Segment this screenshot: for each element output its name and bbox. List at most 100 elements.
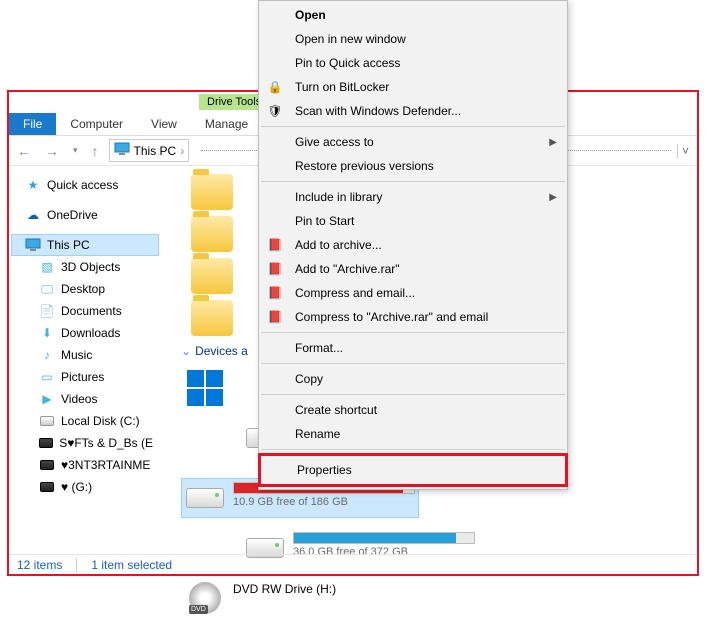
videos-icon: ▶ (39, 391, 55, 407)
ctx-compress-rar-email[interactable]: 📕 Compress to "Archive.rar" and email (259, 305, 567, 329)
ctx-label: Pin to Start (295, 214, 354, 228)
status-selected-count: 1 item selected (76, 558, 172, 572)
back-button[interactable]: ← (13, 143, 35, 159)
ctx-open[interactable]: Open (259, 3, 567, 27)
ctx-properties[interactable]: Properties (261, 456, 565, 484)
dvd-icon: DVD (185, 582, 225, 614)
ctx-pin-start[interactable]: Pin to Start (259, 209, 567, 233)
folder-icon[interactable] (191, 174, 233, 210)
ctx-add-rar[interactable]: 📕Add to "Archive.rar" (259, 257, 567, 281)
thispc-icon (25, 237, 41, 253)
drive-icon (39, 457, 55, 473)
3dobjects-icon: ▧ (39, 259, 55, 275)
up-button[interactable]: ↑ (88, 143, 103, 159)
sidebar-item-desktop[interactable]: 🖵Desktop (11, 278, 159, 300)
onedrive-icon: ☁ (25, 207, 41, 223)
ctx-compress-email[interactable]: 📕 Compress and email... (259, 281, 567, 305)
ctx-label: Compress to "Archive.rar" and email (295, 310, 488, 324)
drive-dvd[interactable]: DVD DVD RW Drive (H:) (181, 578, 419, 618)
ctx-label: Include in library (295, 190, 382, 204)
ctx-include-library[interactable]: Include in library ▶ (259, 185, 567, 209)
sidebar-item-label: Quick access (47, 178, 118, 192)
sidebar-onedrive[interactable]: ☁ OneDrive (11, 204, 159, 226)
ctx-label: Compress and email... (295, 286, 415, 300)
ctx-restore-versions[interactable]: Restore previous versions (259, 154, 567, 178)
sidebar-item-videos[interactable]: ▶ Videos (11, 388, 159, 410)
address-dropdown[interactable]: ˅ (677, 144, 693, 158)
forward-button[interactable]: → (41, 143, 63, 159)
sidebar-item-downloads[interactable]: ⬇Downloads (11, 322, 159, 344)
ctx-copy[interactable]: Copy (259, 367, 567, 391)
star-icon: ★ (25, 177, 41, 193)
ctx-create-shortcut[interactable]: Create shortcut (259, 398, 567, 422)
sidebar-item-drive-g[interactable]: ♥ (G:) (11, 476, 159, 498)
sidebar-item-label: Pictures (61, 370, 104, 384)
separator (261, 449, 565, 450)
ctx-label: Pin to Quick access (295, 56, 400, 70)
usage-bar (293, 532, 475, 544)
winrar-icon: 📕 (267, 285, 283, 301)
ctx-defender[interactable]: 🛡Scan with Windows Defender... (259, 99, 567, 123)
separator (261, 363, 565, 364)
sidebar-item-drive-entertainment[interactable]: ♥3NT3RTAINME (11, 454, 159, 476)
sidebar-item-label: Local Disk (C:) (61, 414, 140, 428)
ctx-properties-highlight: Properties (258, 453, 568, 487)
sidebar-thispc[interactable]: This PC (11, 234, 159, 256)
sidebar-item-pictures[interactable]: ▭Pictures (11, 366, 159, 388)
ctx-open-new-window[interactable]: Open in new window (259, 27, 567, 51)
recent-dropdown[interactable]: ▾ (69, 145, 82, 156)
sidebar-item-documents[interactable]: 📄Documents (11, 300, 159, 322)
sidebar-item-label: Downloads (61, 326, 120, 340)
computer-tab[interactable]: Computer (56, 113, 137, 135)
ctx-label: Add to "Archive.rar" (295, 262, 400, 276)
submenu-arrow-icon: ▶ (549, 137, 557, 148)
thispc-icon (114, 142, 130, 159)
sidebar-item-music[interactable]: ♪ Music (11, 344, 159, 366)
manage-tab[interactable]: Manage (191, 113, 262, 135)
separator (261, 332, 565, 333)
view-tab[interactable]: View (137, 113, 191, 135)
separator (261, 181, 565, 182)
status-item-count: 12 items (17, 558, 62, 572)
breadcrumb[interactable]: This PC › (109, 139, 190, 162)
ctx-label: Properties (297, 463, 352, 477)
sidebar-item-label: ♥ (G:) (61, 480, 92, 494)
sidebar-item-label: Desktop (61, 282, 105, 296)
ctx-label: Rename (295, 427, 340, 441)
nav-sidebar: ★ Quick access ☁ OneDrive This PC ▧3D Ob… (9, 166, 161, 554)
breadcrumb-chevron-icon: › (180, 144, 184, 158)
context-menu: Open Open in new window Pin to Quick acc… (258, 0, 568, 490)
winrar-icon: 📕 (267, 309, 283, 325)
folder-icon[interactable] (191, 300, 233, 336)
sidebar-item-label: S♥FTs & D_Bs (E (59, 436, 153, 450)
folder-icon[interactable] (191, 258, 233, 294)
ctx-pin-quick[interactable]: Pin to Quick access (259, 51, 567, 75)
drive-label: DVD RW Drive (H:) (233, 582, 415, 596)
drive-freespace: 10.9 GB free of 186 GB (233, 496, 415, 508)
sidebar-item-3dobjects[interactable]: ▧3D Objects (11, 256, 159, 278)
ctx-label: Open in new window (295, 32, 406, 46)
music-icon: ♪ (39, 347, 55, 363)
file-tab[interactable]: File (9, 113, 56, 135)
ctx-give-access[interactable]: Give access to▶ (259, 130, 567, 154)
submenu-arrow-icon: ▶ (549, 192, 557, 203)
windows-logo-icon (185, 372, 225, 404)
sidebar-quick-access[interactable]: ★ Quick access (11, 174, 159, 196)
ctx-label: Restore previous versions (295, 159, 434, 173)
ctx-add-archive[interactable]: 📕Add to archive... (259, 233, 567, 257)
section-label: Devices a (195, 344, 248, 358)
drive-icon (39, 479, 55, 495)
sidebar-item-label: Music (61, 348, 92, 362)
ctx-format[interactable]: Format... (259, 336, 567, 360)
drive-icon (39, 435, 53, 451)
ctx-bitlocker[interactable]: 🔒Turn on BitLocker (259, 75, 567, 99)
sidebar-item-label: OneDrive (47, 208, 98, 222)
sidebar-item-label: Videos (61, 392, 97, 406)
sidebar-item-drive-e[interactable]: S♥FTs & D_Bs (E (11, 432, 159, 454)
drive-icon (185, 482, 225, 514)
drive-icon (39, 413, 55, 429)
ctx-rename[interactable]: Rename (259, 422, 567, 446)
folder-icon[interactable] (191, 216, 233, 252)
sidebar-item-localdisk-c[interactable]: Local Disk (C:) (11, 410, 159, 432)
sidebar-item-label: ♥3NT3RTAINME (61, 458, 150, 472)
